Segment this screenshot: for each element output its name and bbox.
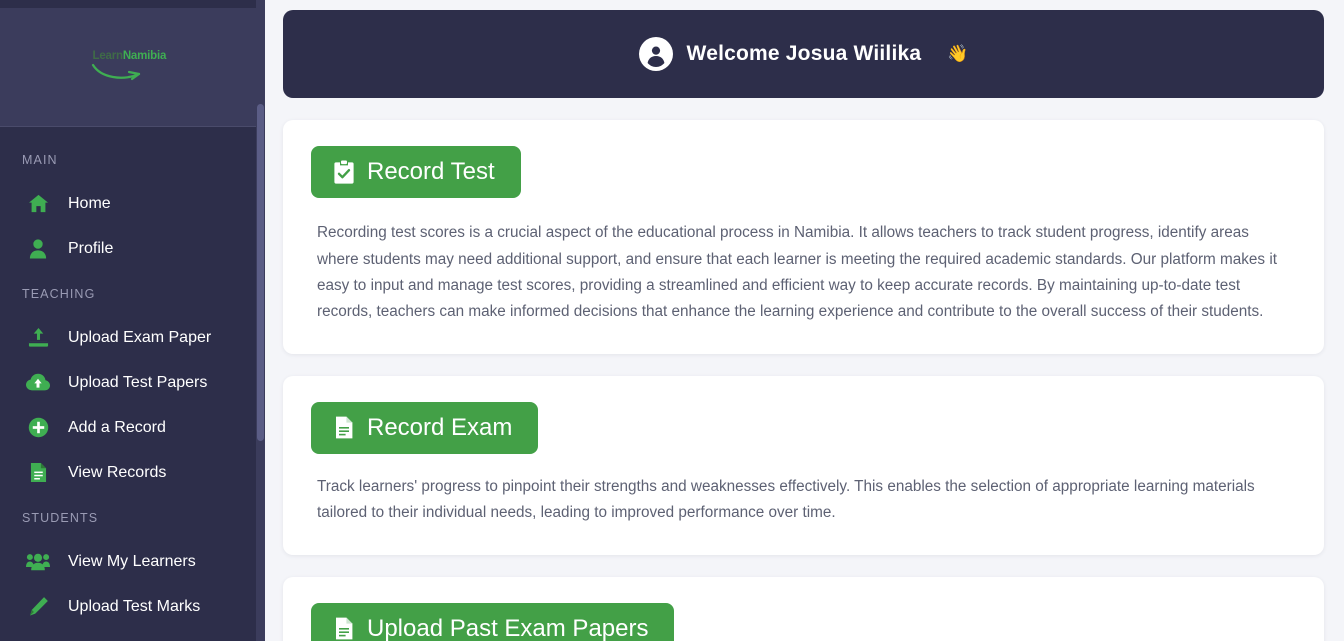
record-test-button-label: Record Test [367,158,495,185]
card-record-exam-body: Track learners' progress to pinpoint the… [317,477,1255,522]
nav-group-teaching: TEACHING Upload Exam Paper Upload Test P… [0,287,265,495]
sidebar-item-upload-exam-paper[interactable]: Upload Exam Paper [0,315,265,360]
sidebar-item-label: View Records [68,463,167,481]
sidebar-item-label: Upload Test Papers [68,373,208,391]
logo-text-namibia: Namibia [122,50,167,62]
plus-circle-icon [26,417,50,439]
sidebar-logo[interactable]: LearnNamibia [0,8,265,127]
sidebar-item-label: Add a Record [68,418,166,436]
sidebar-item-home[interactable]: Home [0,181,265,226]
logo-text: LearnNamibia [93,50,167,62]
nav-group-students: STUDENTS View My Learners Upload Test Ma… [0,511,265,629]
card-record-test: Record Test Recording test scores is a c… [283,120,1324,354]
page-title: Welcome Josua Wiilika [686,42,922,65]
file-document-icon [333,415,355,441]
record-exam-button[interactable]: Record Exam [311,401,539,454]
card-record-test-body: Recording test scores is a crucial aspec… [317,224,1277,321]
upload-past-exam-papers-button[interactable]: Upload Past Exam Papers [311,602,675,641]
file-lines-icon [26,462,50,484]
welcome-banner: Welcome Josua Wiilika 👋 [283,10,1324,98]
logo-text-learn: Learn [92,50,124,62]
sidebar-scrollbar-track[interactable] [256,0,265,641]
nav-section-title-students: STUDENTS [22,511,99,525]
sidebar-top-strip [0,0,265,8]
logo-wrap: LearnNamibia [85,50,181,84]
user-icon [26,238,50,260]
nav-section-title-teaching: TEACHING [22,287,96,301]
sidebar-item-label: Home [68,194,111,212]
user-avatar-icon [638,37,673,71]
file-document-icon [333,616,355,641]
card-record-exam: Record Exam Track learners' progress to … [283,375,1324,555]
sidebar-item-label: Profile [68,239,114,257]
main-content: Welcome Josua Wiilika 👋 Record Test Reco… [265,0,1344,641]
upload-tray-icon [26,327,50,349]
sidebar-item-add-a-record[interactable]: Add a Record [0,405,265,450]
card-upload-past-exam-papers: Upload Past Exam Papers [283,576,1324,641]
cloud-upload-icon [26,372,50,394]
clipboard-check-icon [333,159,355,185]
sidebar-item-label: Upload Exam Paper [68,328,212,346]
sidebar-item-upload-test-marks[interactable]: Upload Test Marks [0,584,265,629]
nav-group-main: MAIN Home Profile [0,153,265,271]
sidebar-item-profile[interactable]: Profile [0,226,265,271]
users-group-icon [26,551,50,573]
sidebar-item-view-my-learners[interactable]: View My Learners [0,539,265,584]
nav-section-title-main: MAIN [22,153,58,167]
sidebar-nav: MAIN Home Profile TEACHING Upload Exam P… [0,127,265,641]
record-exam-button-label: Record Exam [367,413,513,441]
sidebar-item-label: Upload Test Marks [68,597,201,615]
sidebar-item-upload-test-papers[interactable]: Upload Test Papers [0,360,265,405]
curved-arrow-icon [91,63,140,81]
record-test-button[interactable]: Record Test [311,146,521,199]
sidebar: LearnNamibia MAIN Home Profile TEACHING … [0,0,265,641]
welcome-inner: Welcome Josua Wiilika 👋 [638,37,969,71]
sidebar-scrollbar-thumb[interactable] [257,104,264,441]
sidebar-item-view-records[interactable]: View Records [0,450,265,495]
upload-past-exam-papers-button-label: Upload Past Exam Papers [367,614,649,641]
pencil-icon [26,596,50,618]
sidebar-item-label: View My Learners [68,552,196,570]
waving-hand-icon: 👋 [947,44,969,63]
home-icon [26,193,50,215]
